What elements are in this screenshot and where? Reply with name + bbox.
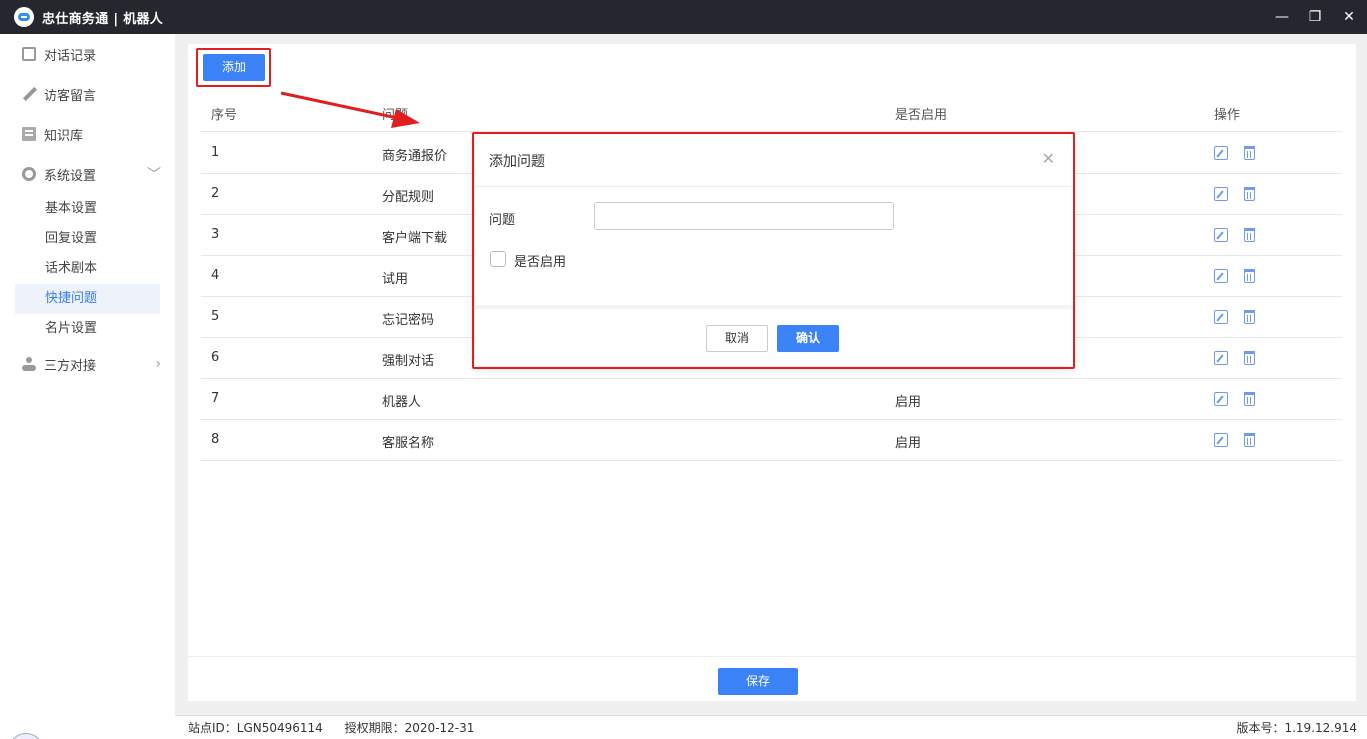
cell-question: 强制对话 [382, 354, 435, 369]
sidebar-item-system-settings[interactable]: 系统设置 ﹀ [0, 155, 175, 193]
cell-no: 4 [211, 268, 220, 283]
trash-icon[interactable] [1244, 269, 1255, 283]
chevron-down-icon: ﹀ [147, 167, 161, 183]
site-id: 站点ID：LGN50496114 [188, 721, 323, 735]
sidebar-subitem-card-settings[interactable]: 名片设置 [15, 314, 160, 344]
book-icon [22, 127, 36, 141]
dialog-highlight [472, 132, 1075, 369]
cell-no: 7 [211, 391, 220, 406]
link-icon [22, 357, 36, 371]
sidebar-item-chat-records[interactable]: 对话记录 [0, 35, 175, 73]
minimize-icon[interactable]: — [1264, 0, 1300, 34]
sidebar-subitem-script[interactable]: 话术剧本 [15, 254, 160, 284]
status-bar: 站点ID：LGN50496114 授权期限：2020-12-31 版本号：1.1… [175, 715, 1367, 739]
sidebar-item-third-party[interactable]: 三方对接 › [0, 345, 175, 383]
cell-enabled: 启用 [895, 395, 922, 410]
edit-icon[interactable] [1214, 269, 1228, 283]
chat-icon [22, 47, 36, 61]
col-header-enabled: 是否启用 [895, 108, 948, 123]
cell-question: 分配规则 [382, 190, 435, 205]
gear-icon [22, 167, 36, 181]
trash-icon[interactable] [1244, 187, 1255, 201]
table-row: 8 客服名称 启用 [201, 420, 1342, 461]
cell-no: 2 [211, 186, 220, 201]
edit-icon[interactable] [1214, 228, 1228, 242]
cell-no: 5 [211, 309, 220, 324]
title-bar: 忠仕商务通 | 机器人 [0, 0, 1367, 34]
sidebar-item-label: 三方对接 [44, 358, 97, 374]
edit-icon[interactable] [1214, 310, 1228, 324]
edit-icon[interactable] [1214, 392, 1228, 406]
cell-no: 6 [211, 350, 220, 365]
edit-icon[interactable] [1214, 146, 1228, 160]
sidebar-subitem-reply-settings[interactable]: 回复设置 [15, 224, 160, 254]
trash-icon[interactable] [1244, 351, 1255, 365]
chevron-right-icon: › [155, 356, 161, 372]
sidebar-subitem-basic-settings[interactable]: 基本设置 [15, 194, 160, 224]
edit-icon[interactable] [1214, 187, 1228, 201]
trash-icon[interactable] [1244, 310, 1255, 324]
app-logo-icon [14, 7, 34, 27]
sidebar-item-label: 系统设置 [44, 168, 97, 184]
pen-icon [22, 87, 36, 101]
save-button[interactable]: 保存 [718, 668, 798, 695]
window-title: 忠仕商务通 | 机器人 [42, 11, 164, 27]
cell-no: 3 [211, 227, 220, 242]
sidebar-item-label: 知识库 [44, 128, 84, 144]
col-header-actions: 操作 [1214, 108, 1241, 123]
col-header-question: 问题 [382, 108, 409, 123]
sidebar-subitem-quick-questions[interactable]: 快捷问题 [15, 284, 160, 314]
cell-question: 客服名称 [382, 436, 435, 451]
restore-icon[interactable]: ❐ [1297, 0, 1333, 34]
table-row: 7 机器人 启用 [201, 379, 1342, 420]
trash-icon[interactable] [1244, 392, 1255, 406]
license-expiry: 授权期限：2020-12-31 [344, 721, 475, 735]
trash-icon[interactable] [1244, 433, 1255, 447]
version-number: 版本号：1.19.12.914 [1236, 721, 1357, 735]
sidebar-item-label: 访客留言 [44, 88, 97, 104]
edit-icon[interactable] [1214, 351, 1228, 365]
close-icon[interactable]: ✕ [1331, 0, 1367, 34]
trash-icon[interactable] [1244, 228, 1255, 242]
cell-no: 1 [211, 145, 220, 160]
sidebar: 对话记录 访客留言 知识库 系统设置 ﹀ 基本设置 回复设置 话术剧本 快捷问题… [0, 34, 175, 739]
cell-question: 忘记密码 [382, 313, 435, 328]
trash-icon[interactable] [1244, 146, 1255, 160]
cell-question: 试用 [382, 272, 409, 287]
table-header: 序号 问题 是否启用 操作 [201, 92, 1342, 132]
col-header-no: 序号 [211, 108, 238, 123]
cell-question: 客户端下载 [382, 231, 448, 246]
cell-enabled: 启用 [895, 436, 922, 451]
cell-no: 8 [211, 432, 220, 447]
sidebar-item-visitor-messages[interactable]: 访客留言 [0, 75, 175, 113]
add-button-highlight [196, 48, 271, 87]
cell-question: 机器人 [382, 395, 422, 410]
cell-question: 商务通报价 [382, 149, 448, 164]
sidebar-item-knowledge-base[interactable]: 知识库 [0, 115, 175, 153]
edit-icon[interactable] [1214, 433, 1228, 447]
sidebar-item-label: 对话记录 [44, 48, 97, 64]
